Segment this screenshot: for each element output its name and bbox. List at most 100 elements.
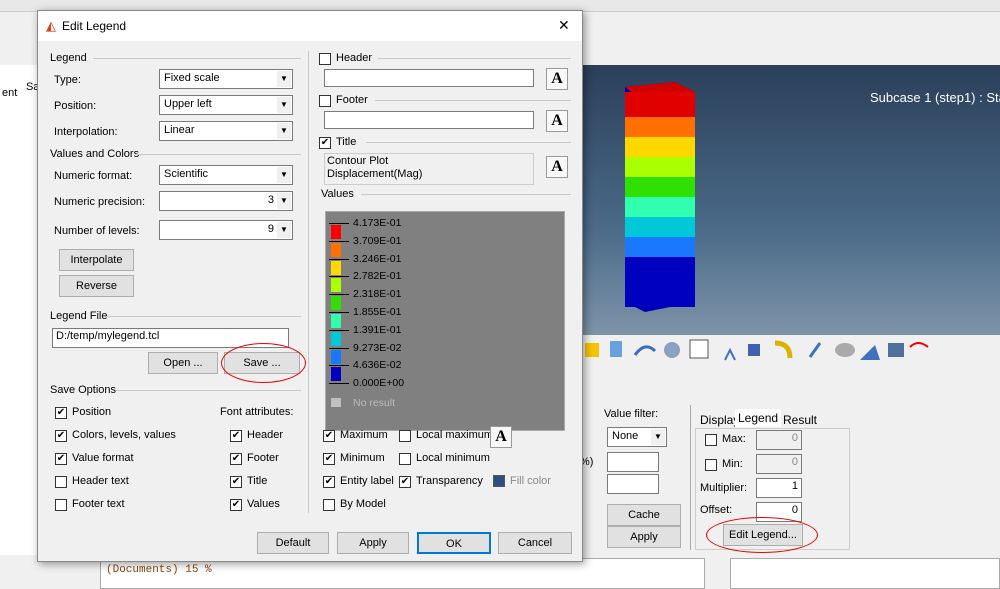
ok-button[interactable]: OK	[417, 532, 491, 554]
close-icon[interactable]: ✕	[558, 17, 570, 34]
level-color-swatch[interactable]	[331, 296, 341, 311]
interpolation-label: Interpolation:	[54, 126, 118, 138]
min-field[interactable]: 0	[756, 454, 802, 474]
interpolation-select[interactable]: Linear ▼	[159, 121, 293, 141]
option-label: Transparency	[416, 475, 483, 487]
chevron-down-icon[interactable]: ▼	[277, 222, 291, 238]
number-of-levels-select[interactable]: 9 ▼	[159, 220, 293, 240]
option-checkbox[interactable]: ✔	[323, 476, 335, 488]
footer-font-button[interactable]: A	[546, 110, 568, 132]
multiplier-field[interactable]: 1	[756, 478, 802, 498]
reverse-button[interactable]: Reverse	[59, 275, 134, 297]
level-tick	[329, 347, 349, 349]
cache-button[interactable]: Cache	[607, 504, 681, 526]
interpolate-button[interactable]: Interpolate	[59, 249, 134, 271]
title-font-button[interactable]: A	[546, 156, 568, 178]
chevron-down-icon[interactable]: ▼	[277, 193, 291, 209]
level-color-swatch[interactable]	[331, 349, 341, 364]
toolbar-icons	[585, 339, 929, 361]
level-color-swatch[interactable]	[331, 314, 341, 328]
option-label: Minimum	[340, 452, 385, 464]
value-filter-select[interactable]: None ▼	[607, 427, 667, 447]
option-checkbox[interactable]: ✔	[323, 453, 335, 465]
option-checkbox[interactable]	[399, 430, 411, 442]
header-checkbox[interactable]	[319, 53, 331, 65]
font-attr-label: Title	[247, 475, 268, 487]
option-checkbox[interactable]	[323, 499, 335, 511]
chevron-down-icon[interactable]: ▼	[277, 123, 291, 139]
font-attributes-label: Font attributes:	[220, 406, 294, 418]
max-field[interactable]: 0	[756, 430, 802, 450]
position-select[interactable]: Upper left ▼	[159, 95, 293, 115]
graphics-area[interactable]: Subcase 1 (step1) : Sta	[580, 65, 1000, 335]
open-button[interactable]: Open ...	[148, 352, 218, 374]
dialog-titlebar[interactable]: ◭ Edit Legend ✕	[38, 11, 582, 41]
footer-input[interactable]	[324, 111, 534, 129]
font-attr-checkbox[interactable]: ✔	[230, 499, 242, 511]
option-checkbox[interactable]: ✔	[399, 476, 411, 488]
cancel-button[interactable]: Cancel	[498, 532, 572, 554]
save-option-checkbox[interactable]: ✔	[55, 430, 67, 442]
header-input[interactable]	[324, 69, 534, 87]
command-console[interactable]: (Documents) 15 %	[100, 558, 705, 589]
filter-field-1[interactable]	[607, 452, 659, 472]
save-options-group-label: Save Options	[50, 384, 117, 396]
save-option-checkbox[interactable]: ✔	[55, 407, 67, 419]
legend-file-group-label: Legend File	[50, 310, 108, 322]
level-tick	[329, 276, 349, 278]
font-attr-checkbox[interactable]: ✔	[230, 430, 242, 442]
option-checkbox[interactable]: ✔	[323, 430, 335, 442]
title-label: Title	[336, 136, 357, 148]
footer-checkbox[interactable]	[319, 95, 331, 107]
type-select[interactable]: Fixed scale ▼	[159, 69, 293, 89]
tab-result[interactable]: Result	[783, 413, 817, 427]
app-logo-icon: ◭	[46, 18, 56, 33]
type-label: Type:	[54, 74, 81, 86]
apply-button[interactable]: Apply	[337, 532, 409, 554]
subcase-label: Subcase 1 (step1) : Sta	[870, 90, 1000, 105]
default-button[interactable]: Default	[257, 532, 329, 554]
min-checkbox[interactable]	[705, 459, 717, 471]
level-tick	[329, 223, 349, 224]
no-result-swatch	[331, 398, 341, 407]
tab-display[interactable]: Display	[700, 413, 739, 427]
level-color-swatch[interactable]	[331, 260, 341, 275]
legend-preview[interactable]: 4.173E-01 3.709E-01 3.246E-01 2.782E-01 2.31…	[325, 211, 565, 431]
footer-label: Footer	[336, 94, 368, 106]
level-color-swatch[interactable]	[331, 242, 341, 257]
save-option-checkbox[interactable]	[55, 476, 67, 488]
level-color-swatch[interactable]	[331, 278, 341, 293]
level-value: 0.000E+00	[353, 377, 405, 390]
apply-button[interactable]: Apply	[607, 526, 681, 548]
title-textarea[interactable]: Contour Plot Displacement(Mag)	[324, 153, 534, 185]
level-value: 4.173E-01	[353, 217, 402, 229]
filter-field-2[interactable]	[607, 474, 659, 494]
title-checkbox[interactable]: ✔	[319, 137, 331, 149]
fill-color-label: Fill color	[510, 475, 551, 487]
level-tick	[329, 383, 349, 385]
option-checkbox[interactable]	[399, 453, 411, 465]
level-color-swatch[interactable]	[331, 367, 341, 382]
font-attr-checkbox[interactable]: ✔	[230, 453, 242, 465]
save-option-checkbox[interactable]	[55, 499, 67, 511]
fill-color-swatch[interactable]	[493, 475, 505, 487]
save-option-checkbox[interactable]: ✔	[55, 453, 67, 465]
level-color-swatch[interactable]	[331, 225, 341, 239]
max-checkbox[interactable]	[705, 434, 717, 446]
level-color-swatch[interactable]	[331, 331, 341, 346]
chevron-down-icon[interactable]: ▼	[277, 97, 291, 113]
numeric-precision-select[interactable]: 3 ▼	[159, 191, 293, 211]
level-value: 1.391E-01	[353, 323, 402, 336]
tab-legend[interactable]: Legend	[735, 409, 782, 427]
values-font-button[interactable]: A	[490, 426, 512, 448]
header-font-button[interactable]: A	[546, 68, 568, 90]
chevron-down-icon[interactable]: ▼	[277, 167, 291, 183]
numeric-format-select[interactable]: Scientific ▼	[159, 165, 293, 185]
chevron-down-icon[interactable]: ▼	[277, 71, 291, 87]
font-attr-checkbox[interactable]: ✔	[230, 476, 242, 488]
chevron-down-icon[interactable]: ▼	[651, 429, 665, 445]
max-label: Max:	[722, 433, 746, 445]
option-label: Local maximum	[416, 429, 494, 441]
font-attr-label: Values	[247, 498, 280, 510]
selected-value: 3	[267, 194, 274, 206]
